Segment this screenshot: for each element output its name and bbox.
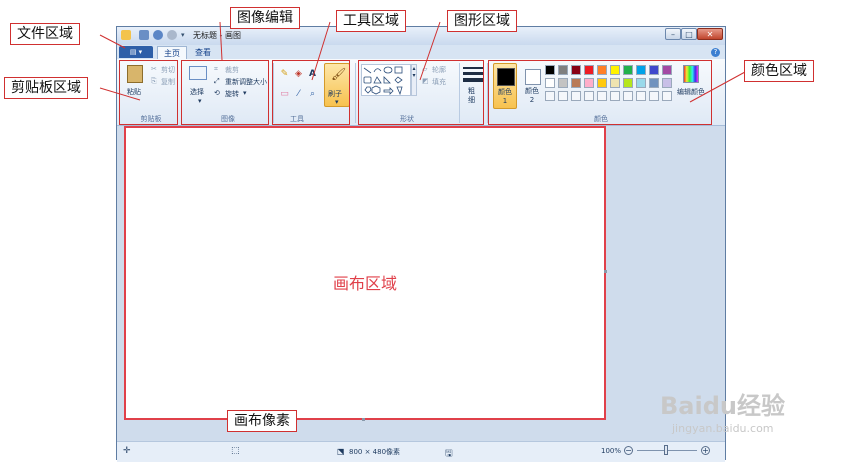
annotation-clipboard-area: 剪贴板区域 [4, 77, 88, 99]
annotation-tools-area: 工具区域 [336, 10, 406, 32]
annotation-image-edit: 图像编辑 [230, 7, 300, 29]
annotation-shapes-area: 图形区域 [447, 10, 517, 32]
watermark-main: Baidu经验 [660, 392, 785, 420]
watermark-url: jingyan.baidu.com [672, 422, 774, 435]
annotation-colors-area: 颜色区域 [744, 60, 814, 82]
annotation-canvas-pixels: 画布像素 [227, 410, 297, 432]
annotation-file-area: 文件区域 [10, 23, 80, 45]
